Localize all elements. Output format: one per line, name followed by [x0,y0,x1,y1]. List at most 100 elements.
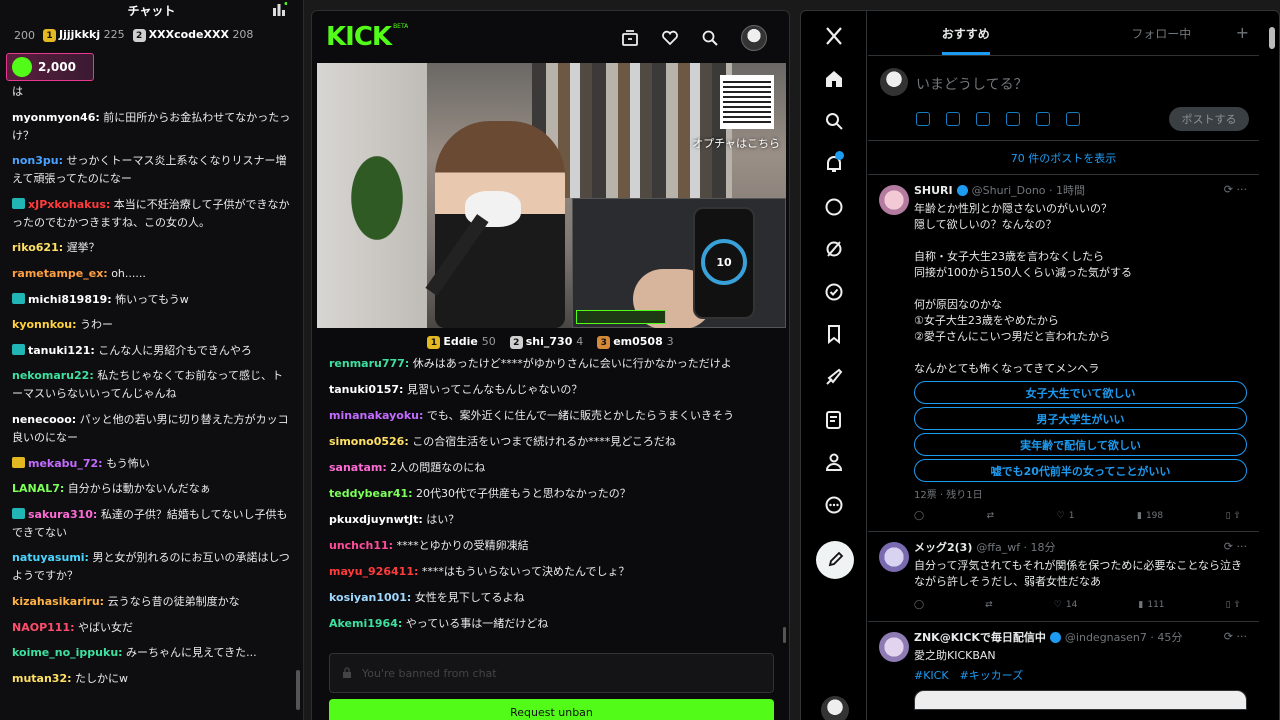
home-icon[interactable] [823,68,845,90]
chat-username[interactable]: tanuki0157: [329,383,403,396]
chat-input[interactable]: You're banned from chat [329,653,774,693]
chat-username[interactable]: simono0526: [329,435,409,448]
poll-option[interactable]: 女子大生でいて欲しい [914,381,1247,404]
poll-option[interactable]: 嘘でも20代前半の女ってことがいい [914,459,1247,482]
like-button[interactable]: ♡ 14 [1054,600,1078,610]
chat-username[interactable]: rametampe_ex: [12,267,108,280]
tweet-handle[interactable]: @ffa_wf · 18分 [976,539,1055,555]
chat-username[interactable]: minanakayoku: [329,409,423,422]
leaderboard-icon[interactable] [271,2,287,16]
chat-username[interactable]: kyonnkou: [12,318,77,331]
chat-username[interactable]: nenecooo: [12,413,76,426]
tweet[interactable]: SHURI @Shuri_Dono · 1時間 ⟳ ··· 年齢とか性別とか隠さな… [868,175,1259,532]
communities-icon[interactable] [823,281,845,303]
show-more-posts[interactable]: 70 件のポストを表示 [868,141,1259,175]
reply-icon[interactable]: ◯ [914,600,924,610]
chat-username[interactable]: non3pu: [12,154,63,167]
tweet-handle[interactable]: @indegnasen7 · 45分 [1065,629,1182,645]
chat-username[interactable]: kosiyan1001: [329,591,411,604]
tweet-avatar[interactable] [879,185,909,215]
chat-username[interactable]: riko621: [12,241,63,254]
retweet-icon[interactable]: ⇄ [985,600,993,610]
image-icon[interactable] [916,112,930,126]
gif-icon[interactable] [946,112,960,126]
reply-icon[interactable]: ◯ [914,511,924,521]
bookmark-icon[interactable] [823,323,845,345]
tweet-author[interactable]: メッグ2(3) [914,539,972,555]
chat-username[interactable]: NAOP111: [12,621,75,634]
tweet-menu-icon[interactable]: ⟳ ··· [1224,540,1247,553]
chat-username[interactable]: sakura310: [28,508,97,521]
tweet-author[interactable]: SHURI [914,184,953,197]
notifications-icon[interactable] [823,151,845,175]
x-scrollbar[interactable] [1269,27,1275,49]
location-icon[interactable] [1036,112,1050,126]
chat-username[interactable]: michi819819: [28,293,112,306]
chat-username[interactable]: koime_no_ippuku: [12,646,123,659]
tweet-menu-icon[interactable]: ⟳ ··· [1224,630,1247,643]
request-unban-button[interactable]: Request unban [329,699,774,720]
kick-chat-scrollbar[interactable] [783,627,786,643]
leaderboard-entry[interactable]: 1 Eddie 50 [427,335,496,350]
chat-scrollbar[interactable] [296,670,300,710]
grok-icon[interactable] [823,238,845,260]
chat-username[interactable]: unchch11: [329,539,393,552]
chat-username[interactable]: mayu_926411: [329,565,418,578]
user-avatar[interactable] [741,25,767,51]
poll-option[interactable]: 実年齢で配信して欲しい [914,433,1247,456]
leaderboard-entry[interactable]: 2 shi_730 4 [509,335,583,350]
chat-username[interactable]: sanatam: [329,461,387,474]
x-logo-icon[interactable] [823,25,845,47]
chat-username[interactable]: kizahasikariru: [12,595,104,608]
chat-username[interactable]: mekabu_72: [28,457,103,470]
explore-icon[interactable] [823,110,845,132]
chat-username[interactable]: xJPxkohakus: [28,198,110,211]
retweet-icon[interactable]: ⇄ [987,511,995,521]
flag-icon[interactable] [1066,112,1080,126]
chat-username[interactable]: LANAL7: [12,482,64,495]
chat-username[interactable]: myonmyon46: [12,111,100,124]
post-button[interactable]: ポストする [1169,107,1249,131]
chat-username[interactable]: tanuki121: [28,344,95,357]
bookmark-action-icon[interactable]: ▯ ⇧ [1226,600,1241,610]
like-button[interactable]: ♡ 1 [1057,511,1075,521]
tweet-menu-icon[interactable]: ⟳ ··· [1224,183,1247,196]
views-button[interactable]: ▮ 111 [1138,600,1164,610]
grok-compose-icon[interactable] [976,112,990,126]
views-button[interactable]: ▮ 198 [1137,511,1163,521]
chat-username[interactable]: renmaru777: [329,357,409,370]
account-avatar[interactable] [821,696,849,720]
tweet[interactable]: ZNK@KICKで毎日配信中 @indegnasen7 · 45分 ⟳ ··· 愛… [868,622,1259,720]
bookmark-action-icon[interactable]: ▯ ⇧ [1226,511,1241,521]
profile-icon[interactable] [823,451,845,473]
add-tab-icon[interactable]: + [1236,23,1249,42]
tweet-avatar[interactable] [879,542,909,572]
tweet-author[interactable]: ZNK@KICKで毎日配信中 [914,629,1046,645]
compose-input[interactable]: いまどうしてる？ [916,74,1028,94]
leaderboard-entry[interactable]: 3 em0508 3 [597,335,674,350]
emoji-icon[interactable] [1006,112,1020,126]
chat-username[interactable]: teddybear41: [329,487,413,500]
chat-username[interactable]: mutan32: [12,672,72,685]
compose-post-button[interactable] [816,541,854,579]
tab-following[interactable]: フォロー中 [1064,11,1260,55]
stream-video[interactable]: オプチャはこちら 10 [317,63,786,328]
messages-icon[interactable] [823,196,845,218]
tweet-avatar[interactable] [879,632,909,662]
chat-username[interactable]: nekomaru22: [12,369,94,382]
tweet-media-card[interactable] [914,690,1247,710]
more-icon[interactable] [823,494,845,516]
heart-icon[interactable] [661,29,679,47]
chat-username[interactable]: natuyasumi: [12,551,89,564]
chat-username[interactable]: Akemi1964: [329,617,402,630]
search-icon[interactable] [701,29,719,47]
gift-banner[interactable]: 2,000 [6,53,94,81]
tweet[interactable]: メッグ2(3) @ffa_wf · 18分 ⟳ ··· 自分って浮気されてもそれが… [868,532,1259,622]
articles-icon[interactable] [823,409,845,431]
tab-for-you[interactable]: おすすめ [868,11,1064,55]
chat-username[interactable]: pkuxdjuynwtJt: [329,513,423,526]
browse-icon[interactable] [621,29,639,47]
poll-option[interactable]: 男子大学生がいい [914,407,1247,430]
kick-logo[interactable]: KICK [326,22,392,52]
tweet-handle[interactable]: @Shuri_Dono · 1時間 [972,182,1085,198]
